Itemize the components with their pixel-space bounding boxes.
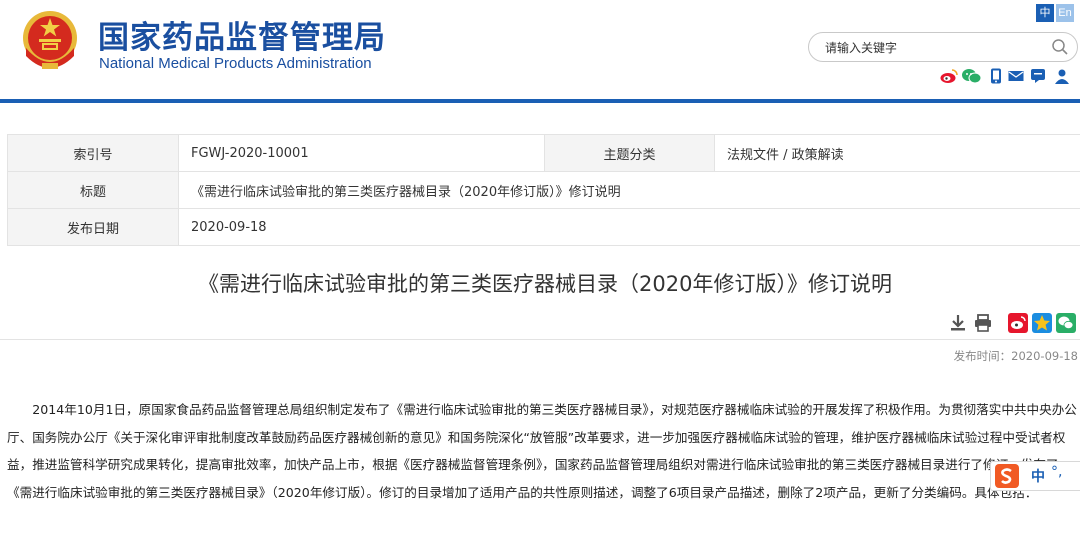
ime-toolbar[interactable]: 中 °, (990, 461, 1080, 491)
mail-icon[interactable] (1008, 68, 1024, 84)
message-icon[interactable] (1030, 68, 1046, 84)
title-value: 《需进行临床试验审批的第三类医疗器械目录（2020年修订版）》修订说明 (178, 171, 1080, 209)
index-value: FGWJ-2020-10001 (178, 134, 545, 172)
header-divider (0, 99, 1080, 103)
mobile-icon[interactable] (990, 68, 1006, 84)
date-label: 发布日期 (7, 208, 179, 246)
ime-mode[interactable]: 中 (1031, 466, 1045, 486)
article-paragraph: 2014年10月1日，原国家食品药品监督管理总局组织制定发布了《需进行临床试验审… (7, 402, 1077, 500)
user-icon[interactable] (1054, 68, 1070, 84)
site-title-cn[interactable]: 国家药品监督管理局 (98, 12, 386, 57)
share-qzone-icon[interactable] (1032, 313, 1052, 333)
share-weibo-icon[interactable] (1008, 313, 1028, 333)
title-divider (0, 339, 1080, 340)
lang-en-link[interactable]: En (1056, 4, 1074, 22)
category-label: 主题分类 (544, 134, 715, 172)
category-value: 法规文件 / 政策解读 (714, 134, 1080, 172)
info-table: 索引号 FGWJ-2020-10001 主题分类 法规文件 / 政策解读 标题 … (7, 134, 1080, 246)
index-label: 索引号 (7, 134, 179, 172)
ime-punct[interactable]: °, (1051, 464, 1062, 480)
title-label: 标题 (7, 171, 179, 209)
social-links (940, 68, 1076, 86)
site-header: 国家药品监督管理局 National Medical Products Admi… (0, 0, 1080, 100)
table-row: 标题 《需进行临床试验审批的第三类医疗器械目录（2020年修订版）》修订说明 (7, 171, 1080, 209)
lang-cn-link[interactable]: 中 (1036, 4, 1054, 22)
table-row: 索引号 FGWJ-2020-10001 主题分类 法规文件 / 政策解读 (7, 134, 1080, 172)
share-wechat-icon[interactable] (1056, 313, 1076, 333)
date-value: 2020-09-18 (178, 208, 1080, 246)
wechat-icon[interactable] (962, 68, 982, 84)
table-row: 发布日期 2020-09-18 (7, 208, 1080, 246)
national-emblem-icon (23, 11, 77, 69)
download-icon[interactable] (948, 313, 968, 333)
article-toolbar (946, 313, 1080, 335)
publish-time: 发布时间：2020-09-18 (953, 349, 1078, 363)
search-input[interactable] (823, 37, 1037, 59)
weibo-icon[interactable] (940, 68, 958, 84)
article-title: 《需进行临床试验审批的第三类医疗器械目录（2020年修订版）》修订说明 (198, 272, 892, 296)
site-title-en[interactable]: National Medical Products Administration (99, 55, 372, 72)
search-icon[interactable] (1051, 38, 1069, 56)
print-icon[interactable] (973, 313, 993, 333)
sogou-icon[interactable] (995, 464, 1019, 488)
search-box (808, 32, 1078, 62)
